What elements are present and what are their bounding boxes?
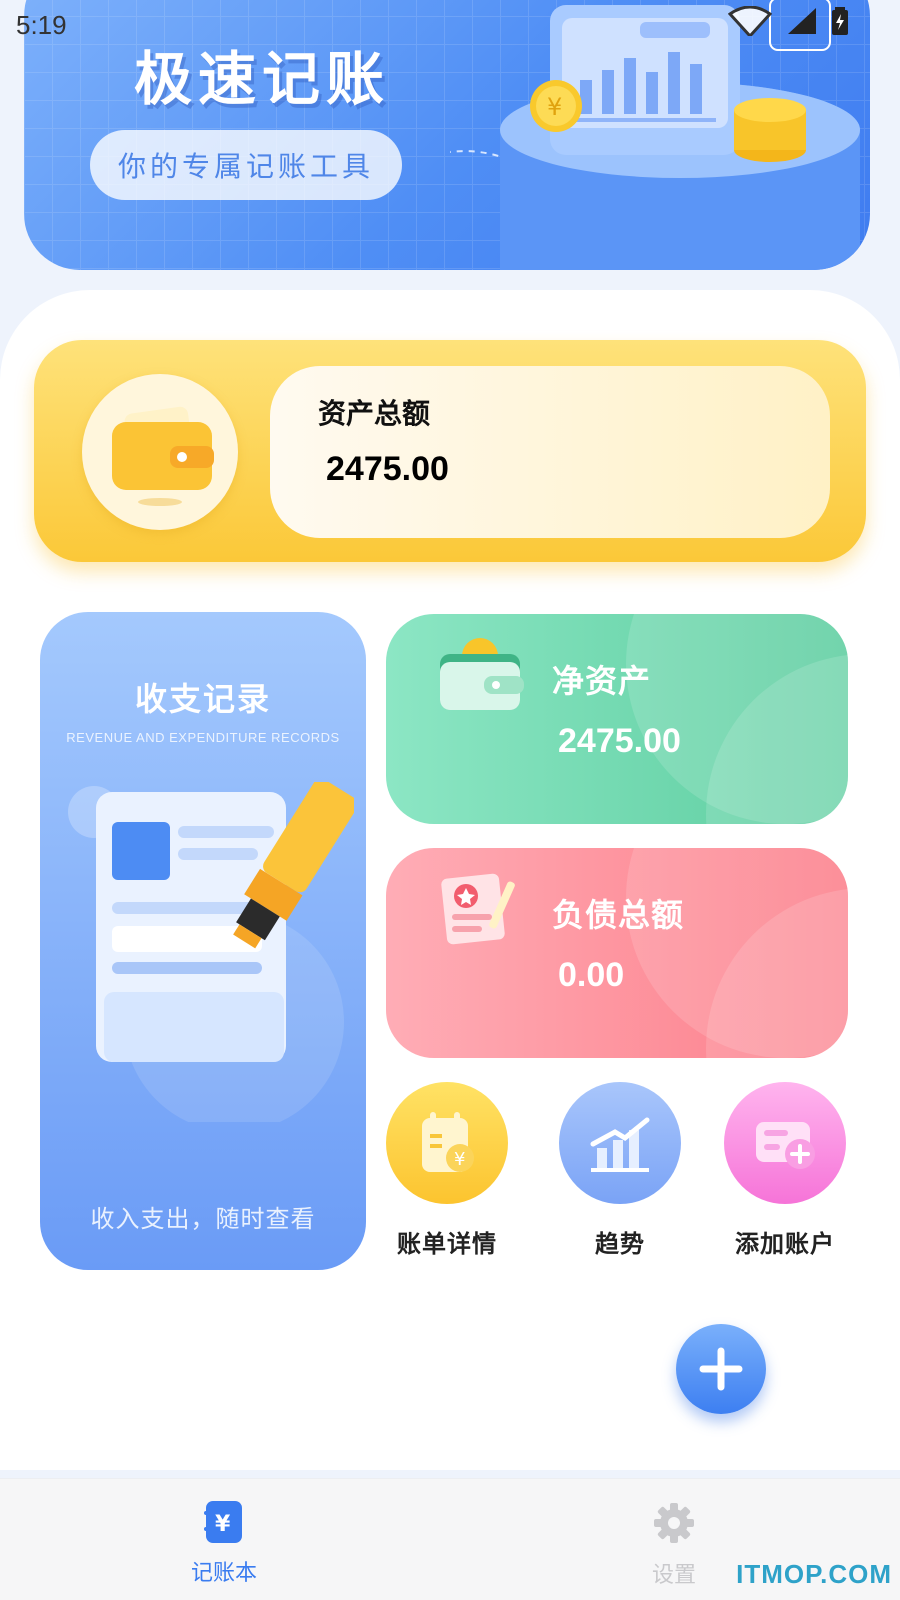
svg-text:¥: ¥ [454,1149,465,1170]
nav-item-ledger[interactable]: ¥ 记账本 [164,1501,284,1587]
bottom-navigation: ¥ 记账本 设置 ITMOP.COM [0,1478,900,1600]
status-bar-icons [728,6,848,36]
battery-icon [832,7,848,35]
debt-total-card[interactable]: 负债总额 0.00 [386,848,848,1058]
nav-item-label: 设置 [651,1563,696,1588]
wallet-coin-icon [440,638,524,710]
bill-calendar-icon: ¥ [386,1082,508,1204]
add-record-button[interactable] [676,1324,766,1414]
net-asset-label: 净资产 [552,662,652,700]
wallet-icon [82,374,238,530]
watermark: ITMOP.COM [736,1559,892,1589]
records-title: 收支记录 [134,680,271,718]
svg-text:¥: ¥ [215,1512,231,1537]
net-asset-card[interactable]: 净资产 2475.00 [386,614,848,824]
document-highlighter-icon [68,782,354,1122]
add-card-icon [724,1082,846,1204]
quick-action-add-account[interactable]: 添加账户 [715,1082,855,1259]
trend-chart-icon [559,1082,681,1204]
records-subtitle: REVENUE AND EXPENDITURE RECORDS [66,730,340,745]
banner-subtitle-pill: 你的专属记账工具 [90,130,402,200]
asset-total-panel: 资产总额 2475.00 [270,366,830,538]
debt-total-value: 0.00 [558,956,625,994]
gear-icon [654,1503,694,1543]
asset-total-label: 资产总额 [318,397,431,430]
asset-total-card[interactable]: 资产总额 2475.00 [34,340,866,562]
ledger-icon: ¥ [204,1501,242,1543]
quick-action-label: 添加账户 [735,1230,835,1258]
debt-document-icon [441,873,515,945]
hero-banner: 极速记账 你的专属记账工具 ¥ [24,0,870,270]
plus-icon [699,1347,743,1391]
debt-total-label: 负债总额 [552,896,685,934]
quick-action-bill-details[interactable]: ¥ 账单详情 [377,1082,517,1259]
wifi-icon [728,6,772,36]
signal-icon [788,8,816,34]
net-asset-value: 2475.00 [558,722,681,760]
banner-illustration: ¥ [450,0,860,270]
asset-total-value: 2475.00 [326,450,449,488]
nav-item-label: 记账本 [190,1561,257,1586]
svg-text:¥: ¥ [547,93,562,121]
banner-title: 极速记账 [134,45,391,113]
nav-item-settings[interactable]: 设置 [614,1501,734,1589]
records-caption: 收入支出，随时查看 [90,1205,316,1233]
quick-action-trend[interactable]: 趋势 [550,1082,690,1259]
quick-action-label: 趋势 [595,1230,645,1258]
records-card[interactable]: 收支记录 REVENUE AND EXPENDITURE RECORDS 收入支… [40,612,366,1270]
status-bar-time: 5:19 [16,10,67,40]
quick-action-label: 账单详情 [397,1230,497,1258]
